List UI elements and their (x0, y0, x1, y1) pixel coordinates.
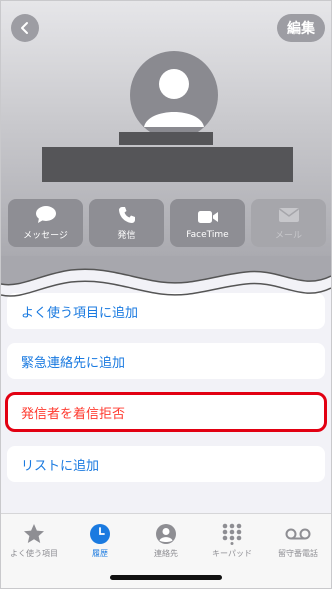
phone-icon (118, 207, 135, 223)
video-icon (197, 210, 218, 223)
tab-keypad-label: キーパッド (212, 549, 252, 558)
tab-favorites[interactable]: よく使う項目 (1, 522, 67, 564)
tab-keypad[interactable]: キーパッド (199, 522, 265, 564)
add-to-emergency-contacts-label: 緊急連絡先に追加 (21, 355, 126, 371)
person-icon (144, 69, 204, 127)
voicemail-icon (285, 528, 311, 540)
add-to-list-label: リストに追加 (21, 458, 100, 474)
facetime-button-label: FaceTime (186, 229, 229, 240)
torn-edge-divider (1, 256, 331, 297)
contacts-icon (156, 524, 176, 544)
action-buttons: メッセージ 発信 FaceTime メール (8, 199, 326, 247)
tab-contacts[interactable]: 連絡先 (133, 522, 199, 564)
message-button-label: メッセージ (23, 231, 68, 241)
avatar (130, 51, 218, 139)
tab-voicemail[interactable]: 留守番電話 (265, 522, 331, 564)
call-button[interactable]: 発信 (89, 199, 164, 247)
clock-icon (90, 524, 110, 544)
facetime-button[interactable]: FaceTime (170, 199, 245, 247)
add-to-emergency-contacts-row[interactable]: 緊急連絡先に追加 (7, 343, 325, 379)
mail-button[interactable]: メール (251, 199, 326, 247)
mail-icon (278, 208, 299, 222)
star-icon (24, 524, 44, 543)
back-button[interactable] (11, 14, 39, 42)
phone-screen: 編集 メッセージ 発信 FaceTime メール よく使う項目に追加 緊急連絡先… (0, 0, 332, 589)
chevron-left-icon (21, 22, 28, 34)
edit-button[interactable]: 編集 (277, 14, 325, 42)
tab-contacts-label: 連絡先 (154, 549, 178, 558)
home-indicator[interactable] (110, 575, 222, 580)
tab-recents[interactable]: 履歴 (67, 522, 133, 564)
message-button[interactable]: メッセージ (8, 199, 83, 247)
tab-favorites-label: よく使う項目 (10, 549, 58, 558)
message-icon (35, 206, 56, 223)
contact-header: 編集 メッセージ 発信 FaceTime メール (1, 1, 331, 271)
mail-button-label: メール (274, 231, 302, 241)
redacted-name (119, 132, 213, 145)
call-button-label: 発信 (117, 231, 136, 241)
tab-recents-label: 履歴 (92, 549, 108, 558)
redacted-phone-number (42, 147, 293, 182)
tab-voicemail-label: 留守番電話 (278, 549, 318, 558)
block-caller-highlight-outline (5, 392, 327, 432)
add-to-list-row[interactable]: リストに追加 (7, 446, 325, 482)
keypad-icon (222, 523, 242, 545)
